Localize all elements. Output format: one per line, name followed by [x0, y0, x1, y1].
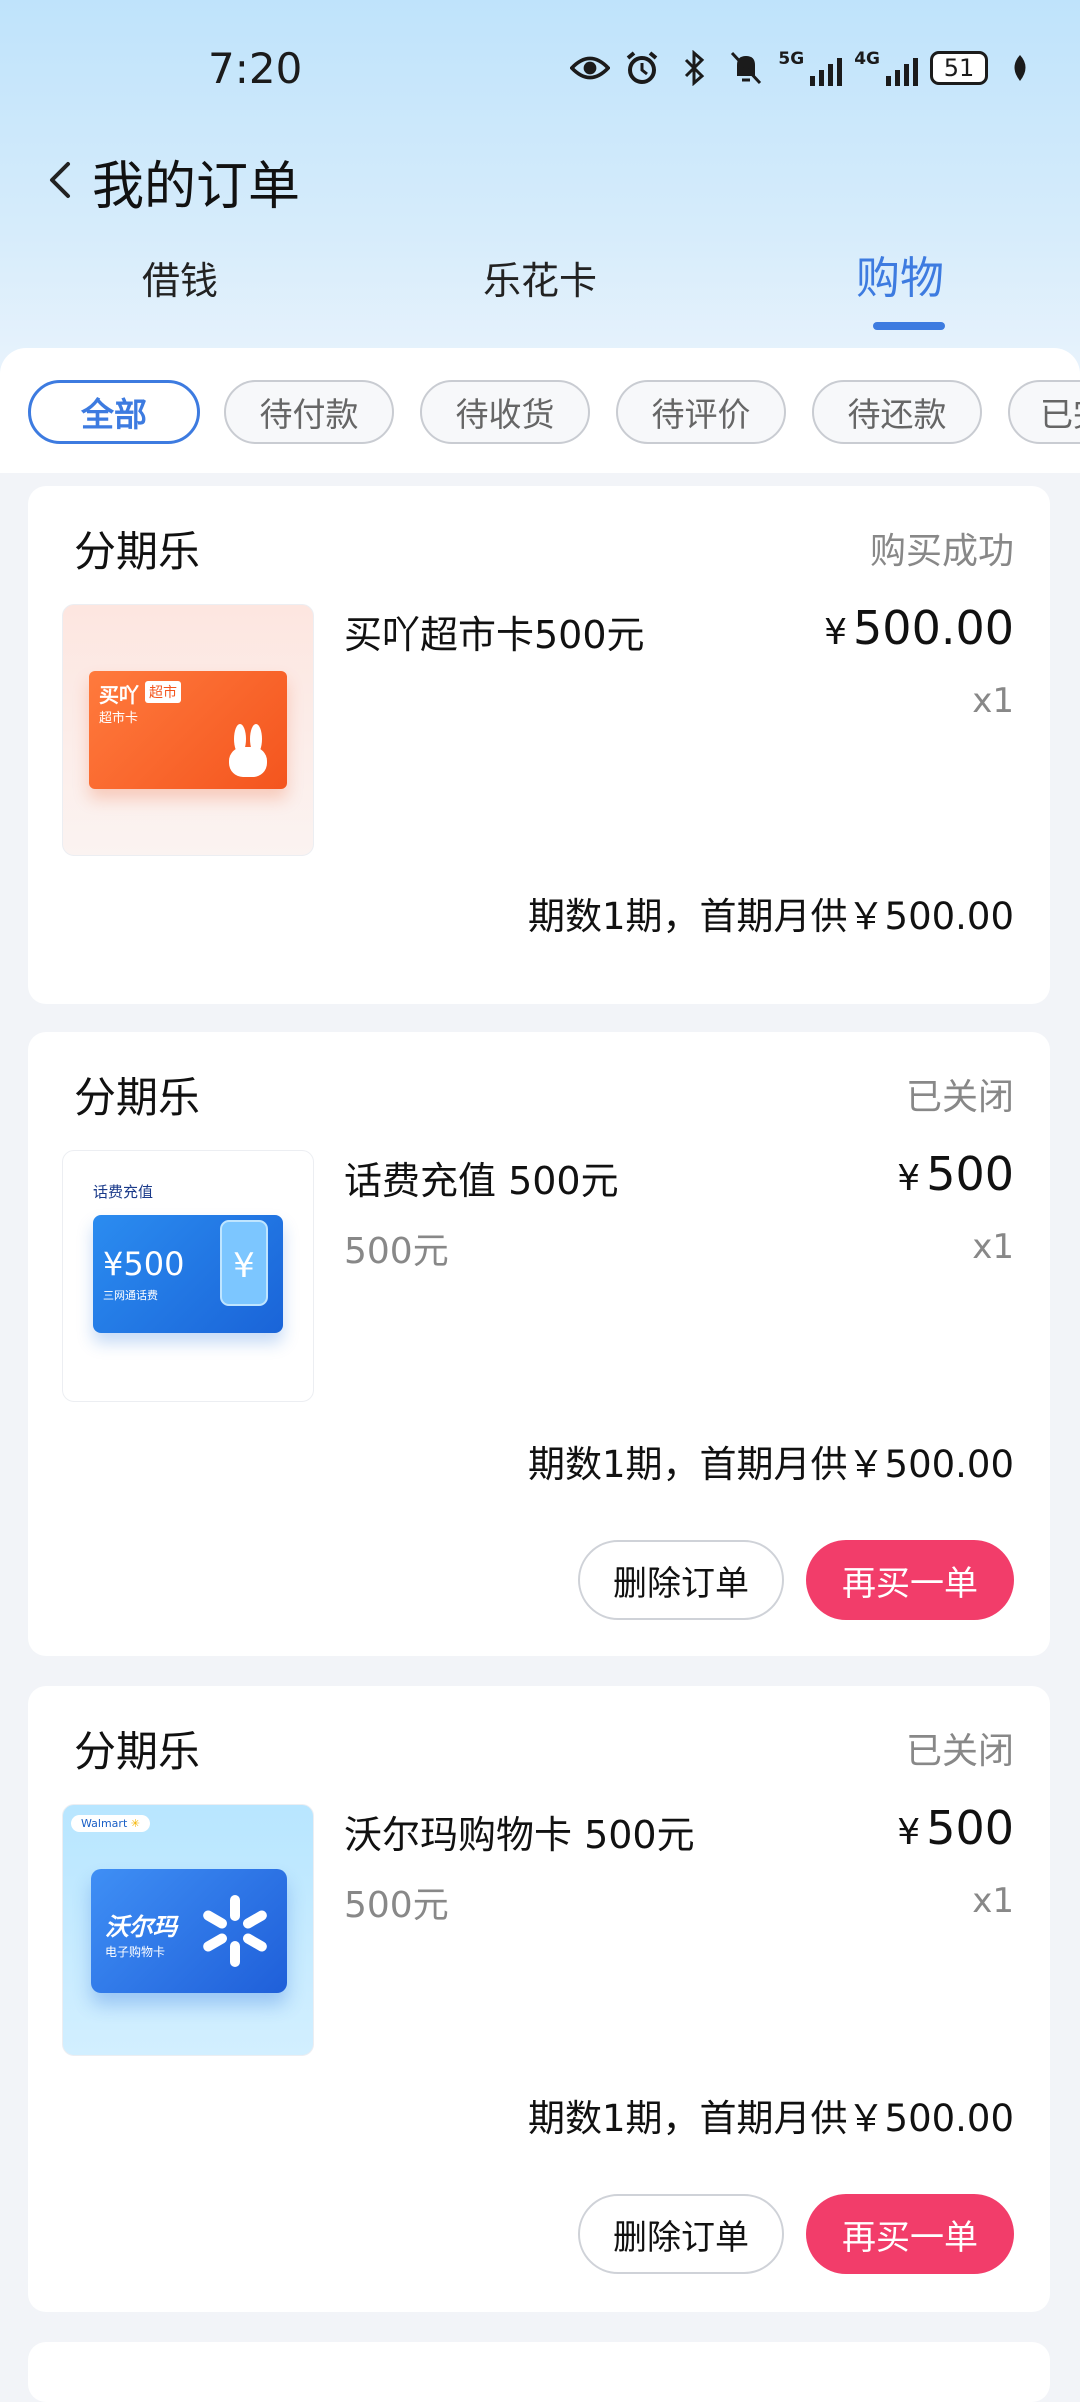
product-subtitle: 500元 — [344, 1231, 449, 1272]
product-thumbnail[interactable]: 买吖 超市 超市卡 — [62, 604, 314, 856]
walmart-card-image: 沃尔玛 电子购物卡 — [91, 1869, 287, 1993]
chevron-left-icon — [50, 162, 70, 198]
merchant-name: 分期乐 — [74, 1073, 201, 1122]
mute-icon — [726, 48, 766, 88]
status-time: 7:20 — [208, 44, 303, 93]
leaf-icon — [1000, 48, 1040, 88]
svg-text:¥: ¥ — [233, 1246, 255, 1286]
tab-shopping[interactable]: 购物 — [780, 242, 1020, 306]
eye-icon — [570, 48, 611, 88]
buy-again-button[interactable]: 再买一单 — [806, 2194, 1014, 2274]
tab-loan[interactable]: 借钱 — [60, 250, 300, 305]
filter-pending-review[interactable]: 待评价 — [616, 380, 786, 444]
merchant-name: 分期乐 — [74, 527, 201, 576]
filter-pending-receipt[interactable]: 待收货 — [420, 380, 590, 444]
installment-info: 期数1期，首期月供￥500.00 — [527, 2097, 1014, 2140]
product-thumbnail[interactable]: 话费充值 ¥500 三网通话费 ¥ — [62, 1150, 314, 1402]
product-quantity: x1 — [972, 1227, 1014, 1267]
product-name: 话费充值 500元 — [344, 1159, 619, 1203]
filter-completed[interactable]: 已完 — [1008, 380, 1080, 444]
product-price: ¥500.00 — [824, 601, 1014, 655]
product-price: ¥500 — [897, 1801, 1014, 1855]
order-card[interactable]: 分期乐 已关闭 Walmart ✳ 沃尔玛 电子购物卡 沃尔玛购物卡 500元 … — [28, 1686, 1050, 2312]
walmart-logo: Walmart ✳ — [71, 1815, 150, 1832]
signal-4g-icon: 4G — [854, 50, 918, 86]
page-title: 我的订单 — [92, 157, 301, 217]
recharge-card-image: ¥500 三网通话费 ¥ — [93, 1215, 283, 1333]
filter-pending-payment[interactable]: 待付款 — [224, 380, 394, 444]
gift-card-image: 买吖 超市 超市卡 — [89, 671, 287, 789]
order-status: 购买成功 — [869, 531, 1014, 572]
product-name: 买吖超市卡500元 — [344, 613, 645, 657]
delete-order-button[interactable]: 删除订单 — [578, 1540, 784, 1620]
phone-icon: ¥ — [220, 1220, 268, 1306]
product-quantity: x1 — [972, 681, 1014, 721]
order-card[interactable]: 分期乐 已关闭 话费充值 ¥500 三网通话费 ¥ 话费充值 500元 500元… — [28, 1032, 1050, 1656]
order-status: 已关闭 — [905, 1077, 1014, 1118]
back-button[interactable] — [38, 156, 86, 204]
rabbit-icon — [229, 724, 267, 777]
merchant-name: 分期乐 — [74, 1727, 201, 1776]
product-price: ¥500 — [897, 1147, 1014, 1201]
product-subtitle: 500元 — [344, 1885, 449, 1926]
order-status: 已关闭 — [905, 1731, 1014, 1772]
product-quantity: x1 — [972, 1881, 1014, 1921]
installment-info: 期数1期，首期月供￥500.00 — [527, 895, 1014, 938]
filter-bar: 全部 待付款 待收货 待评价 待还款 已完 — [0, 348, 1080, 473]
filter-pending-repayment[interactable]: 待还款 — [812, 380, 982, 444]
status-bar: 7:20 5G 4G 51 — [0, 0, 1080, 140]
signal-5g-icon: 5G — [778, 50, 843, 86]
product-thumbnail[interactable]: Walmart ✳ 沃尔玛 电子购物卡 — [62, 1804, 314, 2056]
tab-lehua-card[interactable]: 乐花卡 — [420, 250, 660, 305]
category-tabs: 借钱 乐花卡 购物 — [0, 250, 1080, 330]
battery-icon: 51 — [930, 51, 988, 85]
order-card[interactable] — [28, 2342, 1050, 2402]
product-name: 沃尔玛购物卡 500元 — [344, 1813, 695, 1857]
status-icons: 5G 4G 51 — [570, 48, 1040, 88]
bluetooth-icon — [674, 48, 714, 88]
order-card[interactable]: 分期乐 购买成功 买吖 超市 超市卡 买吖超市卡500元 ¥500.00 x1 … — [28, 486, 1050, 1004]
buy-again-button[interactable]: 再买一单 — [806, 1540, 1014, 1620]
page-header: 我的订单 — [0, 140, 1080, 220]
walmart-spark-icon — [203, 1895, 267, 1967]
alarm-icon — [622, 48, 662, 88]
installment-info: 期数1期，首期月供￥500.00 — [527, 1443, 1014, 1486]
filter-all[interactable]: 全部 — [28, 380, 200, 444]
tab-active-indicator — [873, 322, 945, 330]
delete-order-button[interactable]: 删除订单 — [578, 2194, 784, 2274]
